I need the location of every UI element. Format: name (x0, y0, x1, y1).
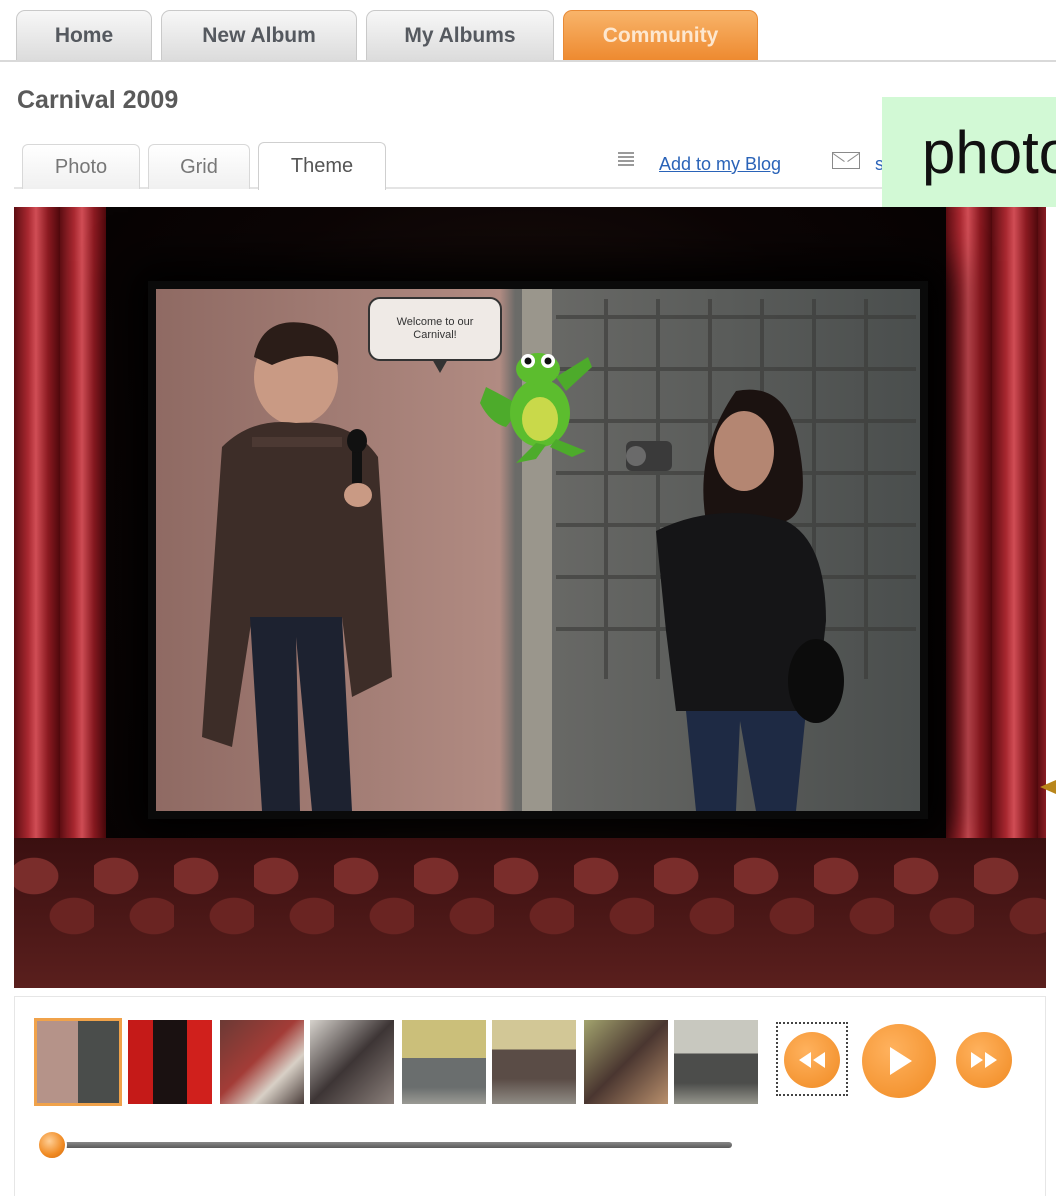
blog-icon (618, 150, 634, 168)
play-icon (890, 1047, 912, 1075)
thumbnail-3[interactable] (220, 1020, 304, 1104)
tab-home[interactable]: Home (16, 10, 152, 60)
add-to-blog-link[interactable]: Add to my Blog (659, 154, 781, 175)
tab-my-albums[interactable]: My Albums (366, 10, 554, 60)
girl-figure (626, 389, 844, 811)
tab-community[interactable]: Community (563, 10, 758, 60)
theater-seats (14, 838, 1046, 988)
tab-theme[interactable]: Theme (258, 142, 386, 190)
album-photo[interactable]: Welcome to our Carnival! (156, 289, 920, 811)
boy-figure (202, 322, 392, 811)
arrow-pointer-icon (1040, 780, 1056, 794)
tab-new-album[interactable]: New Album (161, 10, 357, 60)
tab-grid[interactable]: Grid (148, 144, 250, 189)
fast-forward-icon (971, 1052, 997, 1068)
tab-my-albums-label: My Albums (404, 23, 516, 47)
tab-new-album-label: New Album (202, 23, 316, 47)
rewind-icon (799, 1052, 825, 1068)
email-icon[interactable] (832, 152, 860, 169)
theater-stage: Welcome to our Carnival! (14, 207, 1046, 988)
nav-divider (0, 60, 1056, 62)
tab-photo[interactable]: Photo (22, 144, 140, 189)
tab-home-label: Home (54, 23, 114, 47)
album-title: Carnival 2009 (17, 86, 179, 114)
tab-photo-label: Photo (54, 155, 108, 178)
thumbnail-8[interactable] (674, 1020, 758, 1104)
play-button[interactable] (862, 1024, 936, 1098)
tab-theme-label: Theme (290, 155, 354, 177)
rewind-button[interactable] (784, 1032, 840, 1088)
thumbnail-1[interactable] (34, 1018, 122, 1106)
frog-sticker (480, 353, 592, 463)
progress-knob[interactable] (36, 1130, 67, 1160)
tab-community-label: Community (602, 23, 719, 47)
main-nav: Home New Album My Albums Community (0, 0, 1056, 62)
photo-overlay-label: photo (882, 97, 1056, 207)
thumbnail-4[interactable] (310, 1020, 394, 1104)
thumbnail-2[interactable] (128, 1020, 212, 1104)
progress-track[interactable] (38, 1142, 732, 1148)
screen-frame: Welcome to our Carnival! (148, 281, 928, 819)
tab-grid-label: Grid (180, 155, 218, 178)
fast-forward-button[interactable] (956, 1032, 1012, 1088)
thumbnail-7[interactable] (584, 1020, 668, 1104)
thumbnail-5[interactable] (402, 1020, 486, 1104)
thumbnail-6[interactable] (492, 1020, 576, 1104)
